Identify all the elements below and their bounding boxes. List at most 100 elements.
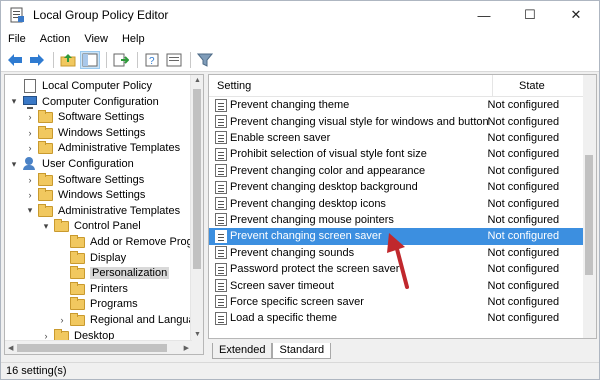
menu-action[interactable]: Action [33, 33, 78, 45]
forward-button[interactable] [27, 51, 47, 69]
folder-icon [70, 250, 86, 265]
policy-setting-icon [215, 197, 227, 211]
tree-item[interactable]: › Regional and Langua [57, 312, 195, 328]
tree-item[interactable]: ▾ Computer Configuration [9, 94, 159, 110]
column-header-setting[interactable]: Setting [217, 80, 251, 92]
setting-state: Not configured [487, 246, 560, 259]
tree-item[interactable]: › Administrative Templates [25, 140, 180, 156]
tree-item-label: Display [90, 251, 127, 264]
menu-view[interactable]: View [77, 33, 115, 45]
scroll-left-icon[interactable]: ◀ [8, 344, 13, 352]
tree-expander-icon[interactable]: ▾ [9, 159, 19, 169]
close-button[interactable]: ✕ [553, 1, 599, 29]
settings-header: Setting State [209, 75, 596, 97]
tree-pane[interactable]: Local Computer Policy ▾ Computer Configura… [4, 74, 204, 355]
setting-state: Not configured [487, 115, 560, 128]
tree-expander-icon[interactable]: › [25, 128, 35, 138]
setting-row[interactable]: Prohibit selection of visual style font … [209, 146, 584, 162]
tree-item[interactable]: ▾ User Configuration [9, 156, 134, 172]
scroll-down-icon[interactable]: ▼ [194, 331, 201, 338]
menu-file[interactable]: File [1, 33, 33, 45]
setting-state: Not configured [487, 164, 560, 177]
export-list-icon [113, 53, 129, 67]
setting-name: Prevent changing mouse pointers [230, 213, 394, 226]
minimize-button[interactable]: — [461, 1, 507, 29]
tree-item[interactable]: ▾ Administrative Templates [25, 203, 180, 219]
tree-item[interactable]: › Windows Settings [25, 187, 145, 203]
settings-vertical-scrollbar[interactable] [583, 75, 596, 338]
column-divider[interactable] [492, 75, 493, 97]
export-list-button[interactable] [111, 51, 131, 69]
setting-row[interactable]: Load a specific theme Not configured [209, 310, 584, 326]
tree-expander-icon[interactable]: › [25, 190, 35, 200]
setting-row[interactable]: Prevent changing color and appearance Not… [209, 163, 584, 179]
policy-setting-icon [215, 131, 227, 145]
setting-row[interactable]: Force specific screen saver Not configure… [209, 294, 584, 310]
tree-expander-icon[interactable]: › [25, 112, 35, 122]
folder-icon [38, 141, 54, 155]
setting-row[interactable]: Enable screen saver Not configured [209, 130, 584, 146]
maximize-icon: ☐ [524, 7, 536, 22]
tree-item[interactable]: Display [57, 250, 126, 266]
tree-item[interactable]: Add or Remove Progr [57, 234, 196, 250]
folder-icon [38, 125, 54, 140]
folder-icon [70, 281, 86, 296]
tree-item[interactable]: ▾ Control Panel [41, 218, 141, 234]
tree-expander-icon[interactable]: ▾ [9, 96, 19, 107]
scroll-right-icon[interactable]: ▶ [184, 344, 189, 352]
scroll-up-icon[interactable]: ▲ [194, 77, 201, 84]
settings-pane[interactable]: Setting State Prevent changing theme Not … [208, 74, 597, 339]
menu-help[interactable]: Help [115, 33, 152, 45]
setting-row[interactable]: Prevent changing desktop background Not c… [209, 179, 584, 195]
folder-icon [38, 188, 54, 202]
policy-setting-icon [215, 98, 227, 112]
tree-item-label: Windows Settings [58, 126, 146, 139]
settings-vertical-scroll-thumb[interactable] [585, 155, 593, 275]
tree-item[interactable]: Personalization [57, 265, 170, 281]
tree-item-label: Personalization [90, 267, 170, 280]
tree-horizontal-scroll-thumb[interactable] [17, 344, 167, 352]
setting-name: Enable screen saver [230, 131, 331, 144]
setting-state: Not configured [487, 295, 560, 308]
tab-standard[interactable]: Standard [272, 343, 332, 359]
filter-button[interactable] [195, 51, 215, 69]
tree-expander-icon[interactable]: › [57, 315, 67, 325]
back-button[interactable] [5, 51, 25, 69]
tree-expander-icon[interactable]: ▾ [25, 205, 35, 216]
toolbar-separator [190, 52, 191, 68]
policy-setting-icon [215, 147, 227, 161]
properties-icon [166, 53, 182, 67]
tree-expander-icon[interactable]: › [25, 175, 35, 185]
tree-expander-icon[interactable]: › [25, 143, 35, 153]
tree-item[interactable]: Local Computer Policy [9, 78, 152, 94]
setting-row[interactable]: Prevent changing theme Not configured [209, 97, 584, 113]
help-button[interactable]: ? [142, 51, 162, 69]
tab-extended[interactable]: Extended [212, 343, 273, 359]
tree-item-label: Administrative Templates [58, 142, 181, 155]
setting-row[interactable]: Prevent changing visual style for window… [209, 113, 584, 129]
up-one-level-button[interactable] [58, 51, 78, 69]
tree-item[interactable]: Programs [57, 296, 138, 312]
tree-item-label: Regional and Langua [90, 314, 195, 326]
tree-vertical-scrollbar[interactable]: ▲ ▼ [190, 75, 203, 354]
column-header-state[interactable]: State [519, 80, 545, 92]
maximize-button[interactable]: ☐ [507, 1, 553, 29]
tree-item[interactable]: › Software Settings [25, 172, 144, 188]
tree-item[interactable]: › Software Settings [25, 109, 144, 125]
gpedit-window: Local Group Policy Editor — ☐ ✕ File Act… [0, 0, 600, 380]
policy-setting-icon [215, 311, 227, 325]
setting-row[interactable]: Prevent changing mouse pointers Not confi… [209, 212, 584, 228]
tree-expander-icon[interactable]: ▾ [41, 221, 51, 231]
tree-vertical-scroll-thumb[interactable] [193, 89, 201, 269]
back-icon [8, 54, 22, 66]
tree-item[interactable]: › Windows Settings [25, 125, 145, 141]
tree-horizontal-scrollbar[interactable]: ◀ ▶ [5, 340, 192, 354]
show-hide-tree-button[interactable] [80, 51, 100, 69]
setting-row[interactable]: Prevent changing desktop icons Not config… [209, 195, 584, 211]
properties-button[interactable] [164, 51, 184, 69]
tree-item[interactable]: Printers [57, 281, 128, 297]
folder-icon [70, 266, 86, 280]
